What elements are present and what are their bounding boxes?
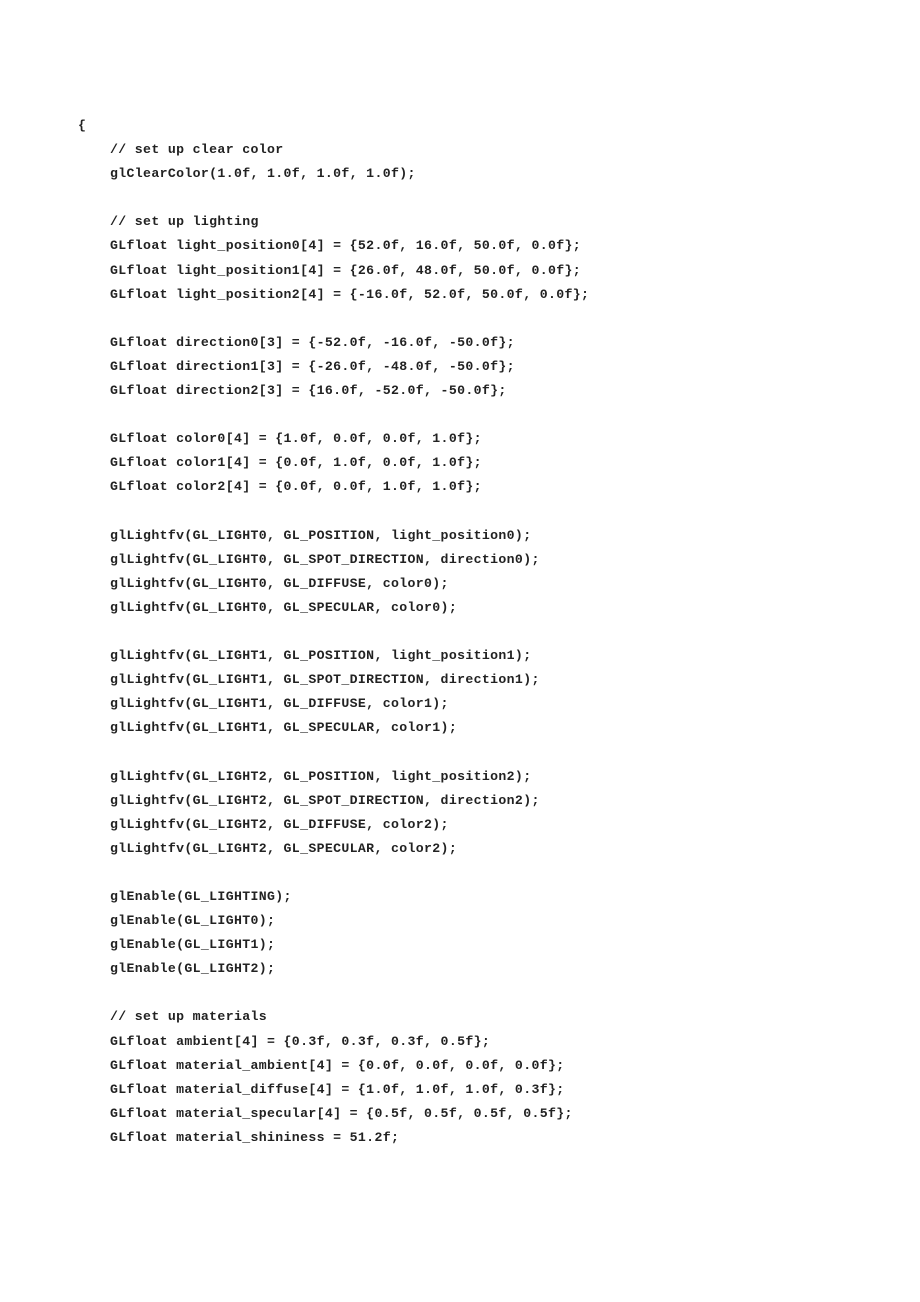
- code-line: glLightfv(GL_LIGHT2, GL_SPECULAR, color2…: [110, 840, 458, 856]
- code-line: glLightfv(GL_LIGHT1, GL_SPECULAR, color1…: [110, 720, 458, 736]
- code-line: glLightfv(GL_LIGHT0, GL_SPOT_DIRECTION, …: [110, 551, 540, 567]
- code-line: GLfloat light_position1[4] = {26.0f, 48.…: [110, 262, 582, 278]
- code-line: glEnable(GL_LIGHT2);: [110, 961, 276, 977]
- code-line: GLfloat light_position0[4] = {52.0f, 16.…: [110, 238, 582, 254]
- code-listing: { // set up clear color glClearColor(1.0f,…: [78, 114, 589, 1150]
- code-line: GLfloat ambient[4] = {0.3f, 0.3f, 0.3f, …: [110, 1033, 491, 1049]
- code-line: GLfloat material_specular[4] = {0.5f, 0.…: [110, 1105, 573, 1121]
- code-line: glClearColor(1.0f, 1.0f, 1.0f, 1.0f);: [110, 166, 416, 182]
- code-line: glLightfv(GL_LIGHT1, GL_POSITION, light_…: [110, 648, 532, 664]
- code-line: GLfloat color0[4] = {1.0f, 0.0f, 0.0f, 1…: [110, 431, 482, 447]
- code-comment: // set up lighting: [110, 214, 259, 230]
- code-line: glEnable(GL_LIGHT1);: [110, 937, 276, 953]
- code-line: GLfloat material_diffuse[4] = {1.0f, 1.0…: [110, 1081, 565, 1097]
- code-line: glLightfv(GL_LIGHT2, GL_POSITION, light_…: [110, 768, 532, 784]
- code-line: glLightfv(GL_LIGHT0, GL_DIFFUSE, color0)…: [110, 575, 449, 591]
- code-comment: // set up clear color: [110, 142, 284, 158]
- code-line: GLfloat color2[4] = {0.0f, 0.0f, 1.0f, 1…: [110, 479, 482, 495]
- code-line: GLfloat direction1[3] = {-26.0f, -48.0f,…: [110, 358, 515, 374]
- code-line: glLightfv(GL_LIGHT1, GL_DIFFUSE, color1)…: [110, 696, 449, 712]
- code-line: glEnable(GL_LIGHT0);: [110, 913, 276, 929]
- opening-brace: {: [78, 118, 87, 133]
- code-line: glLightfv(GL_LIGHT0, GL_POSITION, light_…: [110, 527, 532, 543]
- code-line: GLfloat material_ambient[4] = {0.0f, 0.0…: [110, 1057, 565, 1073]
- code-line: glLightfv(GL_LIGHT2, GL_SPOT_DIRECTION, …: [110, 792, 540, 808]
- code-line: glLightfv(GL_LIGHT2, GL_DIFFUSE, color2)…: [110, 816, 449, 832]
- code-line: GLfloat color1[4] = {0.0f, 1.0f, 0.0f, 1…: [110, 455, 482, 471]
- code-line: glLightfv(GL_LIGHT1, GL_SPOT_DIRECTION, …: [110, 672, 540, 688]
- code-line: GLfloat direction2[3] = {16.0f, -52.0f, …: [110, 383, 507, 399]
- code-comment: // set up materials: [110, 1009, 268, 1025]
- code-line: GLfloat material_shininess = 51.2f;: [110, 1129, 400, 1145]
- code-line: GLfloat light_position2[4] = {-16.0f, 52…: [110, 286, 590, 302]
- code-line: glEnable(GL_LIGHTING);: [110, 889, 292, 904]
- code-line: GLfloat direction0[3] = {-52.0f, -16.0f,…: [110, 334, 515, 350]
- code-line: glLightfv(GL_LIGHT0, GL_SPECULAR, color0…: [110, 599, 458, 615]
